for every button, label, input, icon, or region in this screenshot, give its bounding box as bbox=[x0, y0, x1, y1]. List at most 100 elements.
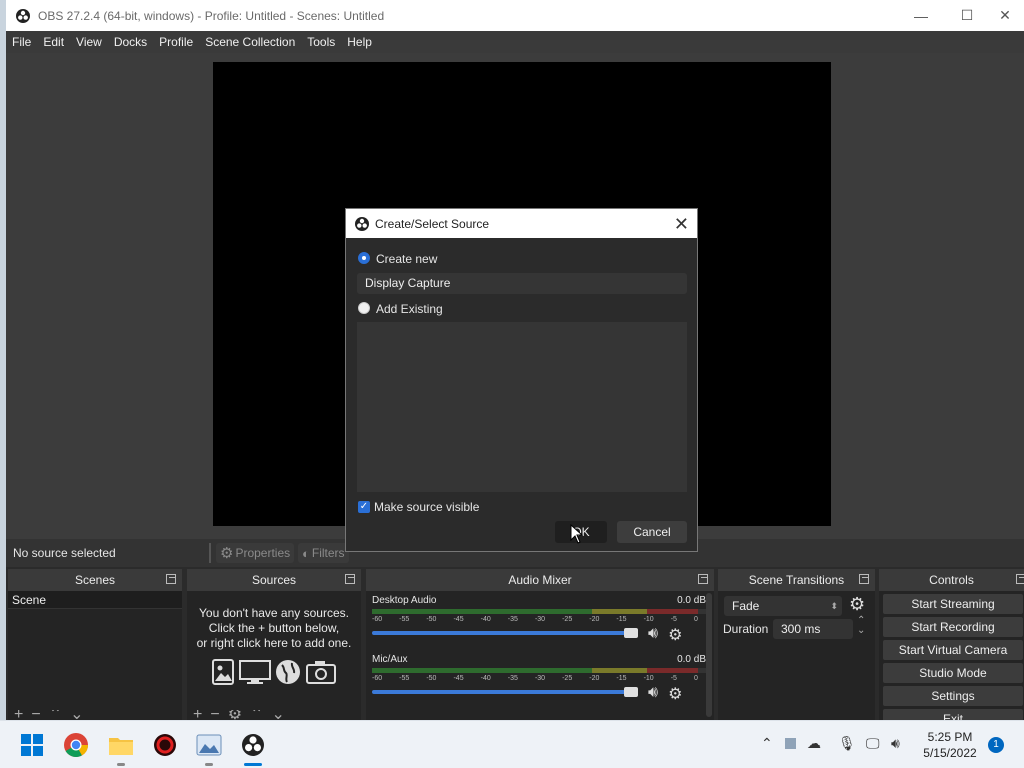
app-red-icon[interactable] bbox=[151, 731, 179, 759]
properties-button[interactable]: ⚙ Properties bbox=[216, 543, 295, 563]
taskbar: ⌃ ☁ 🎙︎ 🖵︎ 🔊︎ 5:25 PM 5/15/2022 1 bbox=[0, 720, 1024, 768]
existing-sources-list[interactable] bbox=[357, 322, 687, 492]
chrome-icon[interactable] bbox=[62, 731, 90, 759]
mixer-channel-mic: Mic/Aux 0.0 dB -60 -55 -50 -45 -40 -35 -30 -25-… bbox=[366, 650, 714, 710]
scenes-footer-tools: +−⌃⌄ bbox=[14, 710, 92, 720]
create-new-radio[interactable] bbox=[358, 252, 370, 264]
undock-icon[interactable] bbox=[1016, 574, 1024, 584]
transitions-header: Scene Transitions bbox=[718, 569, 875, 591]
filters-label: Filters bbox=[311, 546, 345, 560]
sources-dock-header: Sources bbox=[187, 569, 361, 591]
windows-start-icon[interactable] bbox=[18, 731, 46, 759]
meter-ticks: -60 -55 -50 -45 -40 -35 -30 -25 -20 -15 -10 -5 0 bbox=[372, 616, 698, 623]
make-visible-label: Make source visible bbox=[374, 500, 480, 514]
scenes-dock-title: Scenes bbox=[74, 573, 116, 587]
active-indicator bbox=[244, 763, 262, 766]
minimize-button[interactable]: — bbox=[898, 0, 944, 31]
gear-icon: ⚙ bbox=[220, 545, 234, 562]
obs-logo-icon bbox=[16, 8, 30, 23]
source-name-input[interactable]: Display Capture bbox=[357, 273, 687, 294]
add-icon[interactable]: +−⚙⌃⌄ bbox=[193, 710, 293, 720]
volume-slider-handle[interactable] bbox=[624, 687, 638, 697]
channel-db: 0.0 dB bbox=[677, 595, 706, 606]
undock-icon[interactable] bbox=[166, 574, 176, 584]
mixer-channel-desktop: Desktop Audio 0.0 dB -60 -55 -50 -45 -40 -35-… bbox=[366, 591, 714, 651]
audio-mixer-title: Audio Mixer bbox=[508, 573, 572, 587]
volume-slider[interactable] bbox=[372, 690, 634, 694]
chevron-up-icon[interactable]: ⌃ bbox=[761, 735, 773, 752]
dialog-title-bar: Create/Select Source ✕ bbox=[346, 209, 697, 238]
settings-button[interactable]: Settings bbox=[883, 686, 1023, 706]
start-streaming-button[interactable]: Start Streaming bbox=[883, 594, 1023, 614]
photos-icon[interactable] bbox=[195, 731, 223, 759]
microphone-icon[interactable]: 🎙︎ bbox=[838, 735, 856, 752]
menu-file[interactable]: File bbox=[6, 31, 37, 53]
obs-taskbar-icon[interactable] bbox=[239, 731, 267, 759]
source-status: No source selected bbox=[13, 546, 116, 560]
scenes-dock: Scenes Scene +−⌃⌄ bbox=[8, 569, 182, 720]
undock-icon[interactable] bbox=[859, 574, 869, 584]
menu-docks[interactable]: Docks bbox=[108, 31, 153, 53]
start-recording-button[interactable]: Start Recording bbox=[883, 617, 1023, 637]
scenes-list: Scene bbox=[8, 591, 182, 609]
volume-slider-handle[interactable] bbox=[624, 628, 638, 638]
studio-mode-button[interactable]: Studio Mode bbox=[883, 663, 1023, 683]
undock-icon[interactable] bbox=[345, 574, 355, 584]
add-icon[interactable]: +−⌃⌄ bbox=[14, 710, 92, 720]
scene-item[interactable]: Scene bbox=[8, 591, 182, 609]
cancel-button[interactable]: Cancel bbox=[617, 521, 687, 543]
gear-icon[interactable]: ⚙ bbox=[668, 684, 682, 704]
spinner-icon: ⬍ bbox=[830, 600, 838, 611]
cloud-offline-icon[interactable]: ☁ bbox=[807, 735, 821, 752]
filters-button[interactable]: ◐ Filters bbox=[298, 543, 349, 563]
obs-logo-icon bbox=[355, 216, 369, 231]
window-title: OBS 27.2.4 (64-bit, windows) - Profile: … bbox=[38, 8, 385, 23]
notification-badge[interactable]: 1 bbox=[988, 737, 1004, 753]
exit-button[interactable]: Exit bbox=[883, 709, 1023, 720]
close-icon[interactable]: ✕ bbox=[674, 214, 689, 235]
menu-help[interactable]: Help bbox=[341, 31, 378, 53]
transition-selected: Fade bbox=[732, 599, 760, 613]
running-indicator bbox=[205, 763, 213, 766]
network-icon[interactable]: 🖵︎ bbox=[866, 735, 880, 752]
toolbar-separator bbox=[209, 543, 211, 563]
menu-view[interactable]: View bbox=[70, 31, 108, 53]
running-indicator bbox=[117, 763, 125, 766]
stepper-icon[interactable]: ⌃ ⌄ bbox=[857, 616, 865, 636]
menu-edit[interactable]: Edit bbox=[37, 31, 70, 53]
mixer-scrollbar[interactable] bbox=[706, 593, 712, 717]
speaker-icon[interactable]: 🔊︎ bbox=[648, 684, 658, 704]
speaker-icon[interactable]: 🔊︎ bbox=[648, 625, 658, 645]
close-button[interactable]: ✕ bbox=[982, 0, 1024, 31]
menu-profile[interactable]: Profile bbox=[153, 31, 199, 53]
add-existing-radio[interactable] bbox=[358, 302, 370, 314]
menu-tools[interactable]: Tools bbox=[301, 31, 341, 53]
duration-input[interactable]: 300 ms bbox=[773, 619, 853, 639]
start-virtual-camera-button[interactable]: Start Virtual Camera bbox=[883, 640, 1023, 660]
make-visible-checkbox[interactable]: ✓ bbox=[358, 501, 370, 513]
scenes-dock-header: Scenes bbox=[8, 569, 182, 591]
create-new-label: Create new bbox=[376, 252, 438, 266]
clock-time: 5:25 PM bbox=[927, 730, 973, 744]
sources-empty-message[interactable]: You don't have any sources. Click the + … bbox=[187, 591, 361, 685]
clock[interactable]: 5:25 PM 5/15/2022 bbox=[918, 729, 982, 761]
clock-date: 5/15/2022 bbox=[923, 746, 977, 760]
menu-scene-collection[interactable]: Scene Collection bbox=[199, 31, 301, 53]
transition-select[interactable]: Fade ⬍ bbox=[724, 596, 842, 616]
create-select-source-dialog: Create/Select Source ✕ Create new Displa… bbox=[345, 208, 698, 552]
mouse-cursor-icon bbox=[570, 524, 584, 544]
gear-icon[interactable]: ⚙ bbox=[849, 594, 865, 615]
menu-bar: File Edit View Docks Profile Scene Colle… bbox=[6, 31, 1024, 53]
properties-label: Properties bbox=[235, 546, 291, 560]
undock-icon[interactable] bbox=[698, 574, 708, 584]
meter-ticks: -60 -55 -50 -45 -40 -35 -30 -25 -20 -15 -10 -5 0 bbox=[372, 675, 698, 682]
tray-app-icon[interactable] bbox=[785, 738, 796, 749]
gear-icon[interactable]: ⚙ bbox=[668, 625, 682, 645]
transitions-title: Scene Transitions bbox=[748, 573, 845, 587]
file-explorer-icon[interactable] bbox=[107, 731, 135, 759]
volume-icon[interactable]: 🔊︎ bbox=[891, 735, 900, 752]
add-existing-label: Add Existing bbox=[376, 302, 443, 316]
volume-slider[interactable] bbox=[372, 631, 634, 635]
controls-header: Controls bbox=[879, 569, 1024, 591]
volume-meter bbox=[372, 609, 708, 614]
